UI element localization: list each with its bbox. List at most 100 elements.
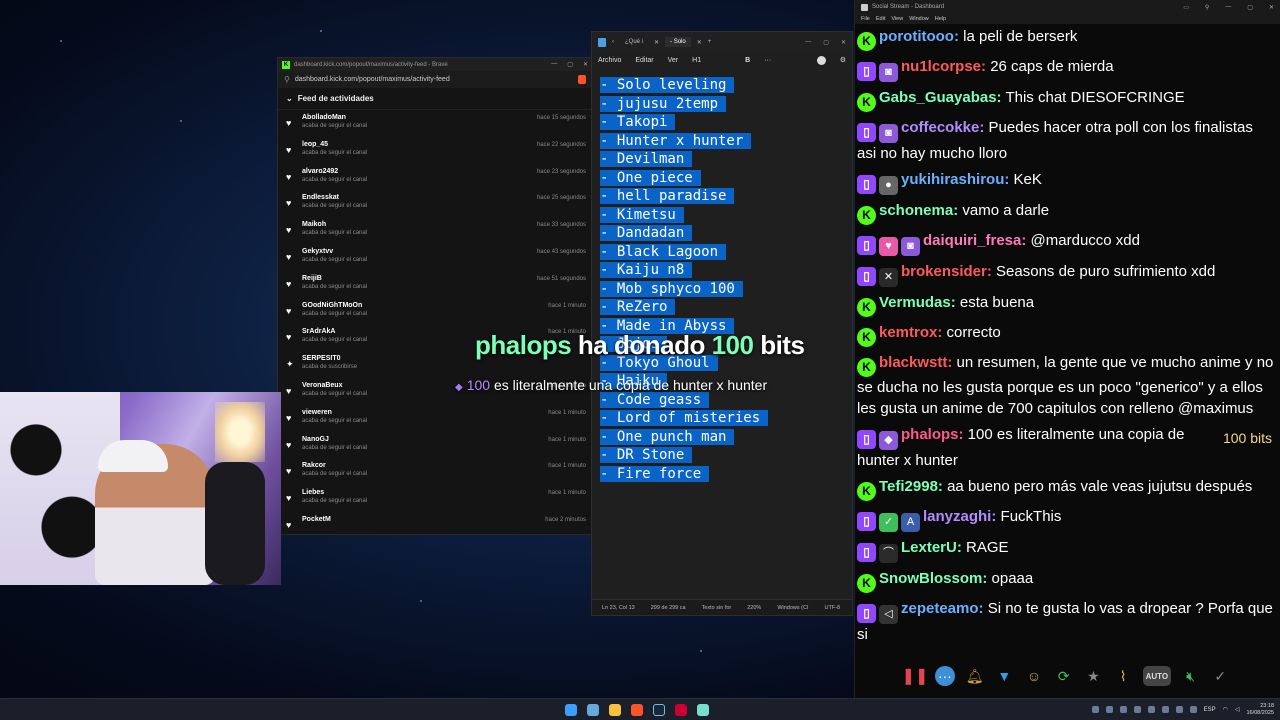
feed-item[interactable]: ♥ Endlesskat acaba de seguir el canal hace …	[278, 190, 592, 217]
chat-username[interactable]: brokensider:	[901, 263, 992, 280]
tray-app-icon[interactable]	[1105, 706, 1113, 713]
feed-item[interactable]: ♥ Maikoh acaba de seguir el canal hace 33 s…	[278, 217, 592, 244]
chat-message[interactable]: ▯ ⌒ LexterU: RAGE	[855, 535, 1280, 566]
chat-username[interactable]: phalops:	[901, 426, 964, 443]
maximize-icon[interactable]: ▢	[1247, 4, 1253, 11]
check-icon[interactable]: ✓	[1210, 666, 1230, 686]
text-line[interactable]: - ReZero	[600, 298, 846, 317]
minimize-icon[interactable]: —	[1225, 4, 1231, 11]
text-line[interactable]: - One piece	[600, 169, 846, 188]
chat-username[interactable]: nu1lcorpse:	[901, 58, 986, 75]
chat-username[interactable]: SnowBlossom:	[879, 570, 987, 587]
menu-file[interactable]: File	[861, 16, 870, 22]
pin-icon[interactable]: ⚲	[1205, 4, 1209, 11]
file-explorer-icon[interactable]	[609, 703, 621, 716]
chat-username[interactable]: coffecokke:	[901, 119, 984, 136]
maximize-icon[interactable]: ▢	[823, 39, 829, 46]
chat-message[interactable]: K Vermudas: esta buena	[855, 290, 1280, 320]
brave-icon[interactable]	[631, 703, 643, 716]
feed-item[interactable]: ♥ alvaro2492 acaba de seguir el canal hace …	[278, 164, 592, 191]
notepad-tab-1[interactable]: ¿Qué i	[620, 37, 648, 47]
mute-icon[interactable]: 🔇︎	[1181, 666, 1201, 686]
auto-button[interactable]: AUTO	[1143, 666, 1171, 686]
close-icon[interactable]: ✕	[1269, 4, 1274, 11]
chat-message[interactable]: ▯ ♥ ◙ daiquiri_fresa: @marducco xdd	[855, 228, 1280, 259]
chat-username[interactable]: Tefi2998:	[879, 478, 943, 495]
text-line[interactable]: - Dandadan	[600, 224, 846, 243]
feed-item-user[interactable]: GOodNiGhTMoOn	[302, 302, 586, 309]
feed-item[interactable]: ♥ Gekyxtvv acaba de seguir el canal hace 43…	[278, 244, 592, 271]
text-line[interactable]: - Takopi	[600, 113, 846, 132]
chat-username[interactable]: Vermudas:	[879, 294, 956, 311]
chat-message[interactable]: ▯ ◙ coffecokke: Puedes hacer otra poll con…	[855, 115, 1280, 167]
feed-item[interactable]: ♥ NanoGJ acaba de seguir el canal hace 1 mi…	[278, 432, 592, 459]
tray-app-icon[interactable]	[1133, 706, 1141, 713]
chat-username[interactable]: schonema:	[879, 202, 958, 219]
chat-message[interactable]: ▯ ✓ Alanyzaghi: FuckThis	[855, 504, 1280, 535]
minimize-icon[interactable]: —	[551, 61, 557, 68]
notepad-tab-2[interactable]: - Solo	[665, 37, 691, 47]
feed-item[interactable]: ♥ vieweren acaba de seguir el canal hace 1 …	[278, 405, 592, 432]
feed-item[interactable]: ♥ Liebes acaba de seguir el canal hace 1 mi…	[278, 485, 592, 512]
pause-icon[interactable]: ❚❚	[902, 666, 929, 686]
chat-message-list[interactable]: Kporotitooo: la peli de berserk ▯ ◙ nu1lcor…	[855, 24, 1280, 654]
tab-close-icon[interactable]: ✕	[697, 39, 702, 46]
bold-button[interactable]: B	[745, 57, 750, 64]
feed-item[interactable]: ♥ ReijiB acaba de seguir el canal hace 51 s…	[278, 271, 592, 298]
chat-username[interactable]: harvar1:	[879, 652, 938, 654]
settings-icon[interactable]: ⚙	[840, 56, 846, 64]
menu-editar[interactable]: Editar	[635, 57, 653, 64]
chat-message[interactable]: Kblackwstt: un resumen, la gente que ve …	[855, 350, 1280, 422]
feed-item[interactable]: ♥ leop_45 acaba de seguir el canal hace 22 …	[278, 137, 592, 164]
feed-item[interactable]: ♥ AbolladoMan acaba de seguir el canal hace…	[278, 110, 592, 137]
menu-archivo[interactable]: Archivo	[598, 57, 621, 64]
feed-item[interactable]: ♥ Rakcor acaba de seguir el canal hace 1 mi…	[278, 458, 592, 485]
tray-app-icon[interactable]	[1147, 706, 1155, 713]
more-icon[interactable]: ···	[764, 57, 771, 64]
chevron-down-icon[interactable]: ⌄	[286, 94, 293, 103]
cast-icon[interactable]: ▭	[1183, 4, 1189, 11]
minimize-icon[interactable]: —	[805, 39, 811, 46]
text-line[interactable]: - DR Stone	[600, 446, 846, 465]
text-line[interactable]: - Hunter x hunter	[600, 132, 846, 151]
menu-help[interactable]: Help	[935, 16, 946, 22]
chat-username[interactable]: LexterU:	[901, 539, 962, 556]
chat-username[interactable]: kemtrox:	[879, 324, 942, 341]
chat-username[interactable]: porotitooo:	[879, 28, 959, 45]
kick-address-bar[interactable]: ⚲ dashboard.kick.com/popout/maximus/acti…	[278, 71, 592, 88]
tray-app-icon[interactable]	[1161, 706, 1169, 713]
steam-icon[interactable]	[653, 703, 665, 716]
broom-icon[interactable]: ⌇	[1113, 666, 1133, 686]
text-line[interactable]: - jujusu 2temp	[600, 95, 846, 114]
text-line[interactable]: - One punch man	[600, 428, 846, 447]
menu-view[interactable]: View	[891, 16, 903, 22]
close-icon[interactable]: ✕	[841, 39, 846, 46]
text-line[interactable]: - Kaiju n8	[600, 261, 846, 280]
search-icon[interactable]	[587, 703, 599, 716]
menu-edit[interactable]: Edit	[876, 16, 885, 22]
feed-item-user[interactable]: Rakcor	[302, 462, 586, 469]
heading-button[interactable]: H1	[692, 57, 701, 64]
kick-url[interactable]: dashboard.kick.com/popout/maximus/activi…	[295, 76, 450, 83]
feed-item-user[interactable]: PocketM	[302, 516, 586, 523]
start-icon[interactable]	[565, 703, 577, 716]
notepad-taskbar-icon[interactable]	[697, 703, 709, 716]
filter-icon[interactable]: ▼	[994, 666, 1014, 686]
new-tab-icon[interactable]: +	[708, 39, 712, 45]
chat-username[interactable]: lanyzaghi:	[923, 508, 996, 525]
text-line[interactable]: - Black Lagoon	[600, 243, 846, 262]
text-line[interactable]: - Lord of misteries	[600, 409, 846, 428]
text-line[interactable]: - Mob sphyco 100	[600, 280, 846, 299]
text-line[interactable]: - Fire force	[600, 465, 846, 484]
notepad-text-area[interactable]: - Solo leveling - jujusu 2temp - Takopi - H…	[600, 76, 846, 483]
tray-app-icon[interactable]	[1175, 706, 1183, 713]
chat-message[interactable]: K Tefi2998: aa bueno pero más vale veas j…	[855, 474, 1280, 504]
chat-message[interactable]: ▯ ✕ brokensider: Seasons de puro sufrimien…	[855, 259, 1280, 290]
feed-item[interactable]: ♥ GOodNiGhTMoOn acaba de seguir el canal ha…	[278, 298, 592, 325]
brave-shield-icon[interactable]	[578, 75, 586, 84]
close-icon[interactable]: ✕	[583, 61, 588, 68]
chat-message[interactable]: K Gabs_Guayabas: This chat DIESOFCRINGE	[855, 85, 1280, 115]
language-indicator[interactable]: ESP	[1204, 707, 1216, 713]
maximize-icon[interactable]: ▢	[567, 61, 573, 68]
bell-icon[interactable]: 🔔︎	[965, 666, 985, 686]
